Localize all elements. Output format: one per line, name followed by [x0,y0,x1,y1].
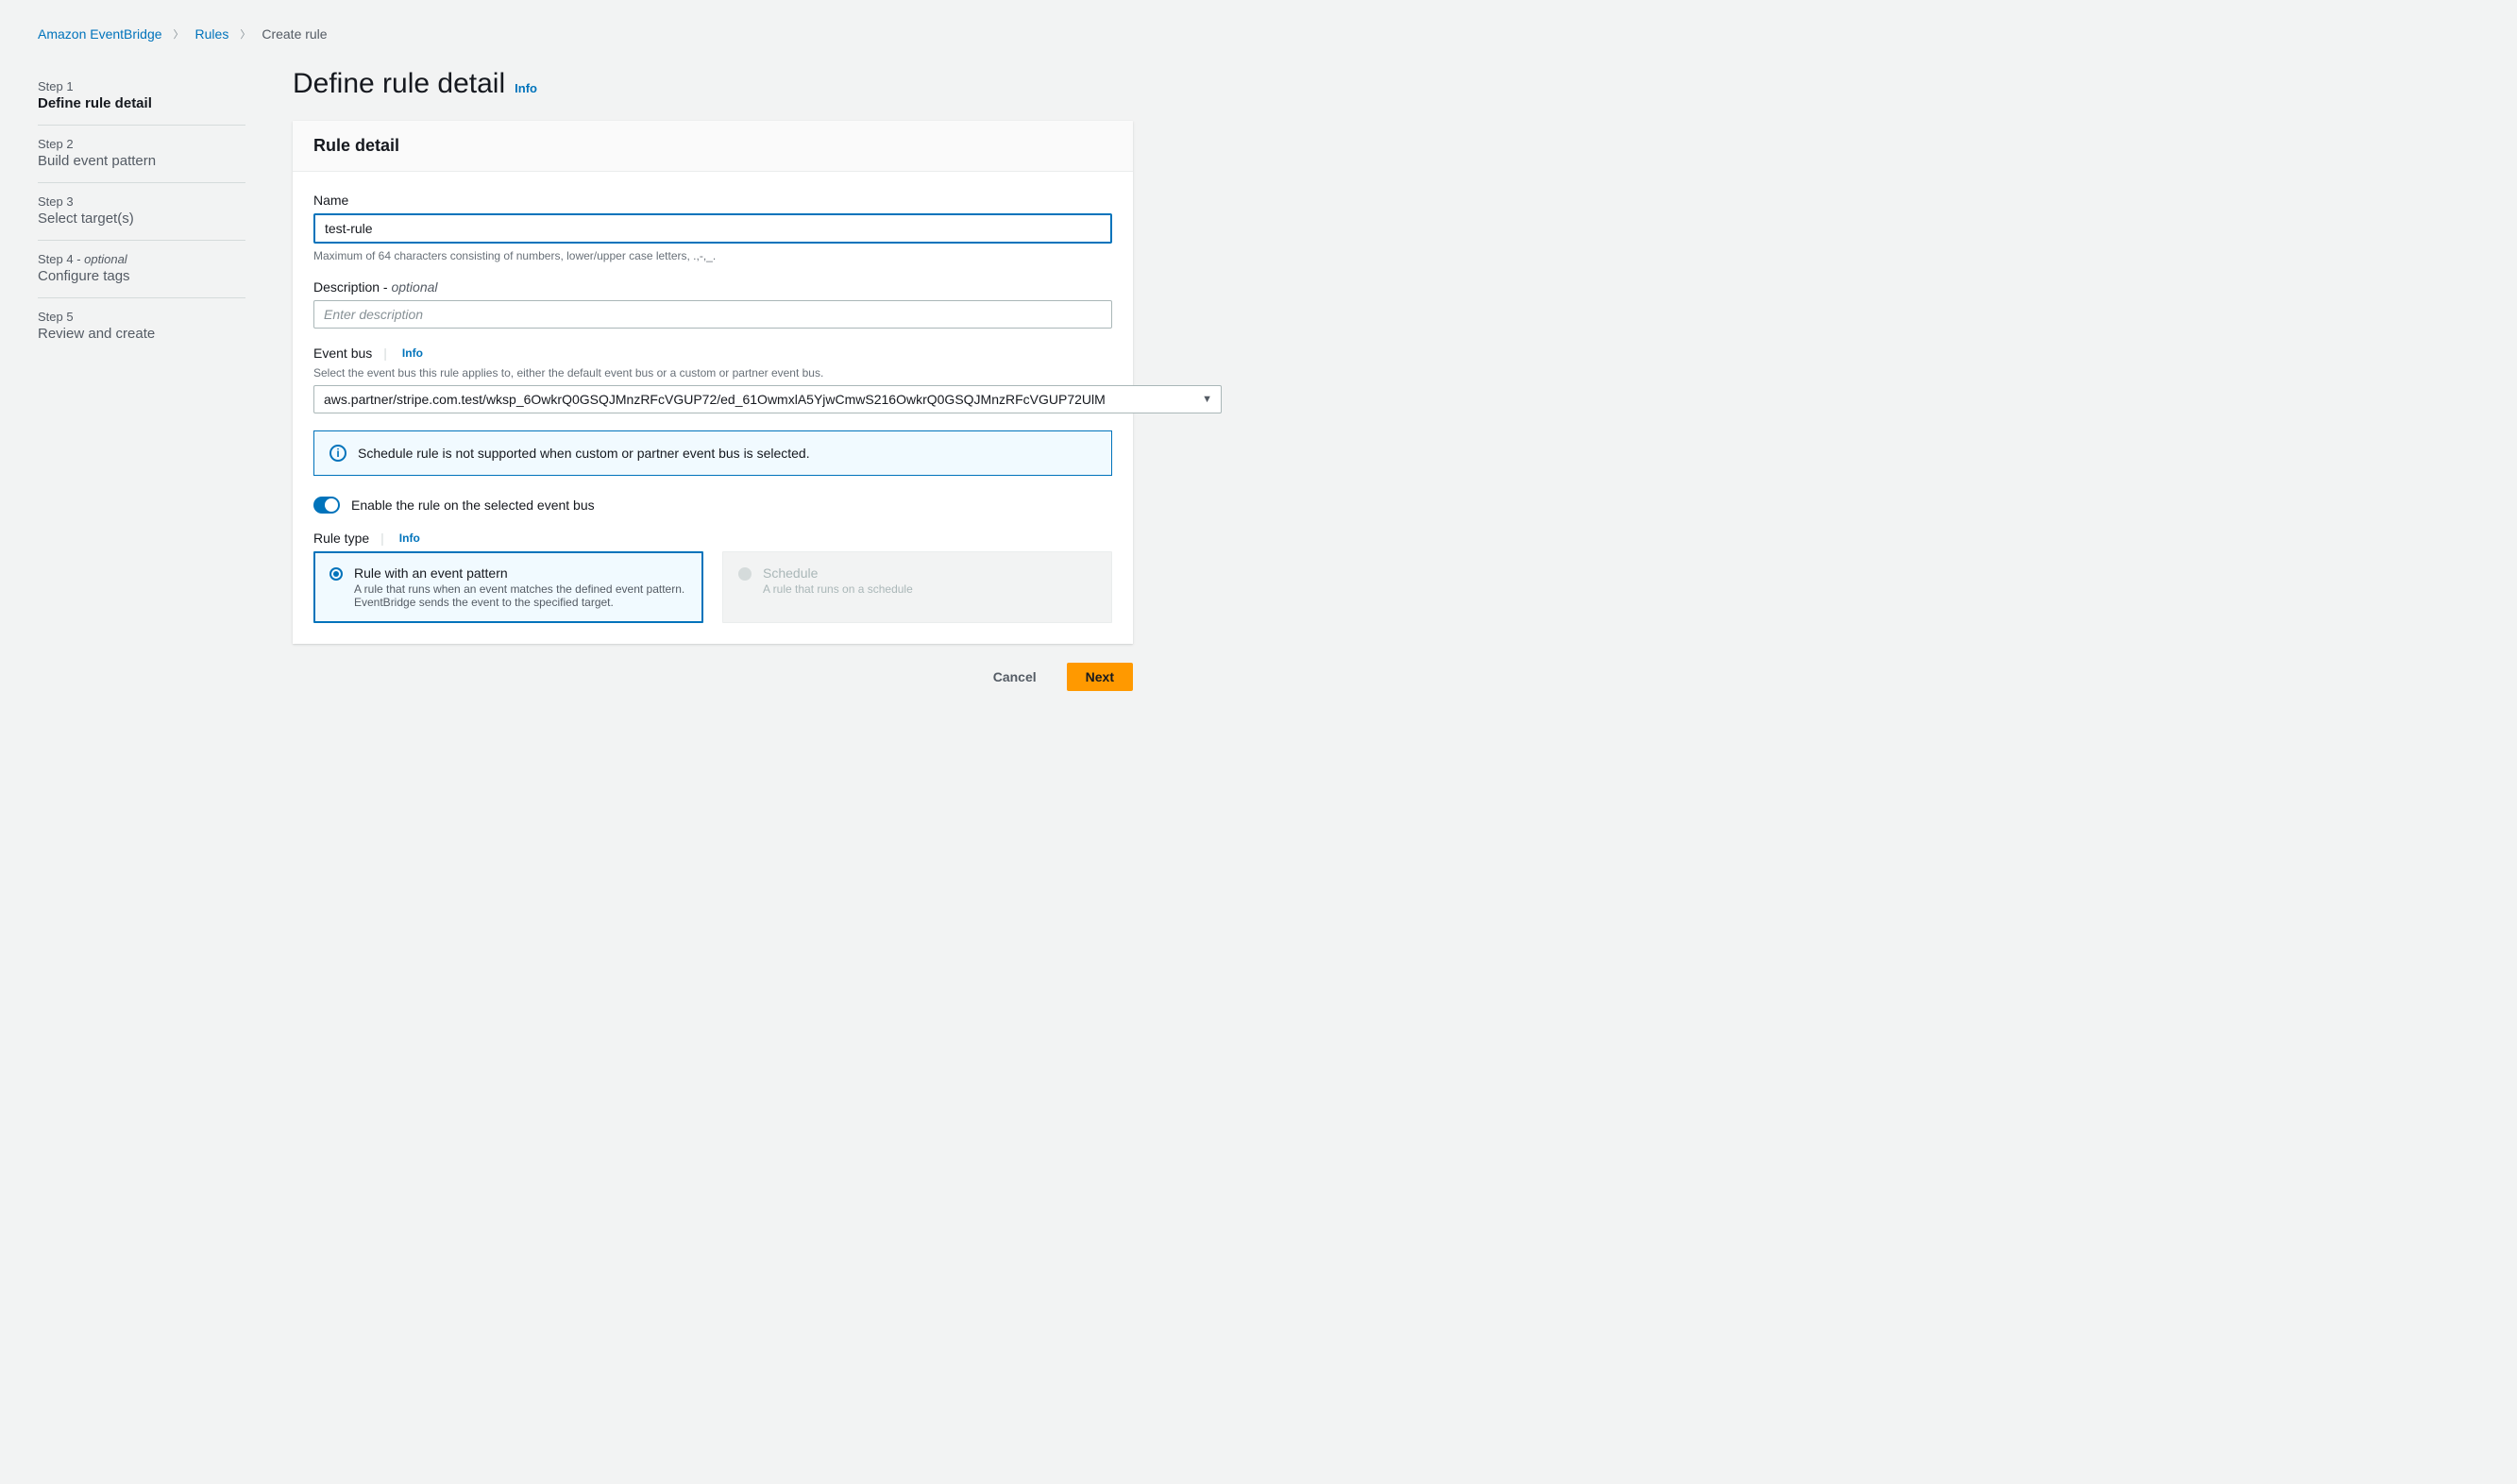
tile-title: Rule with an event pattern [354,565,687,581]
ruletype-field: Rule type Info Rule with an event patter… [313,531,1112,623]
info-link[interactable]: Info [515,81,537,95]
info-icon: i [329,445,346,462]
cancel-button[interactable]: Cancel [974,663,1056,691]
schedule-unsupported-alert: i Schedule rule is not supported when cu… [313,430,1112,476]
step-title: Select target(s) [38,211,245,227]
step-title: Build event pattern [38,153,245,169]
step-number: Step 4 - optional [38,252,245,266]
chevron-right-icon: 〉 [174,26,184,42]
name-input[interactable] [313,213,1112,244]
name-label: Name [313,193,1112,208]
step-1[interactable]: Step 1 Define rule detail [38,68,245,126]
alert-text: Schedule rule is not supported when cust… [358,446,810,461]
step-title: Define rule detail [38,95,245,111]
tile-desc: A rule that runs when an event matches t… [354,582,687,609]
enable-rule-row: Enable the rule on the selected event bu… [313,497,1112,514]
name-hint: Maximum of 64 characters consisting of n… [313,249,1112,262]
step-2[interactable]: Step 2 Build event pattern [38,126,245,183]
wizard-footer: Cancel Next [293,663,1133,691]
step-number: Step 3 [38,194,245,209]
eventbus-field: Event bus Info Select the event bus this… [313,346,1112,413]
eventbus-label: Event bus Info [313,346,1112,361]
tile-desc: A rule that runs on a schedule [763,582,913,596]
main-content: Define rule detail Info Rule detail Name… [293,68,1133,691]
breadcrumb: Amazon EventBridge 〉 Rules 〉 Create rule [38,26,2479,42]
tile-title: Schedule [763,565,913,581]
step-title: Review and create [38,326,245,342]
ruletype-info-link[interactable]: Info [399,531,420,545]
enable-rule-toggle[interactable] [313,497,340,514]
eventbus-info-link[interactable]: Info [402,346,423,360]
wizard-steps: Step 1 Define rule detail Step 2 Build e… [38,68,245,355]
radio-icon [738,567,752,581]
enable-rule-label: Enable the rule on the selected event bu… [351,497,595,513]
breadcrumb-rules[interactable]: Rules [195,26,229,42]
step-number: Step 5 [38,310,245,324]
breadcrumb-root[interactable]: Amazon EventBridge [38,26,162,42]
ruletype-event-pattern-tile[interactable]: Rule with an event pattern A rule that r… [313,551,703,623]
chevron-right-icon: 〉 [240,26,250,42]
rule-detail-panel: Rule detail Name Maximum of 64 character… [293,121,1133,644]
ruletype-label: Rule type Info [313,531,1112,546]
panel-title: Rule detail [313,136,1112,156]
step-4[interactable]: Step 4 - optional Configure tags [38,241,245,298]
page-title: Define rule detail [293,68,505,100]
eventbus-select[interactable]: aws.partner/stripe.com.test/wksp_6OwkrQ0… [313,385,1222,413]
step-number: Step 1 [38,79,245,93]
radio-icon [329,567,343,581]
toggle-knob [325,498,338,512]
step-number: Step 2 [38,137,245,151]
description-input[interactable] [313,300,1112,329]
ruletype-schedule-tile: Schedule A rule that runs on a schedule [722,551,1112,623]
eventbus-hint: Select the event bus this rule applies t… [313,366,1112,379]
name-field: Name Maximum of 64 characters consisting… [313,193,1112,262]
step-title: Configure tags [38,268,245,284]
next-button[interactable]: Next [1067,663,1133,691]
step-3[interactable]: Step 3 Select target(s) [38,183,245,241]
panel-header: Rule detail [293,121,1133,172]
description-field: Description - optional [313,279,1112,329]
description-label: Description - optional [313,279,1112,295]
breadcrumb-current: Create rule [262,26,327,42]
step-5[interactable]: Step 5 Review and create [38,298,245,355]
